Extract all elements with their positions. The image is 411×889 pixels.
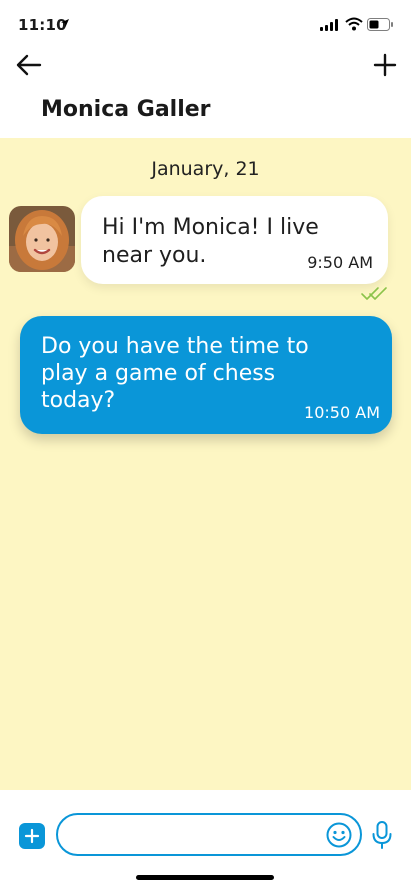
message-input[interactable] (56, 813, 362, 856)
wifi-icon (345, 17, 363, 31)
attach-button[interactable] (19, 823, 45, 849)
home-indicator (136, 875, 274, 880)
chat-area[interactable]: January, 21 Hi I'm Monica! I live near y… (0, 138, 411, 790)
battery-icon (367, 18, 393, 31)
incoming-message-bubble[interactable]: Hi I'm Monica! I live near you. 9:50 AM (81, 196, 388, 284)
double-check-icon (361, 287, 387, 300)
contact-name: Monica Galler (41, 97, 211, 122)
emoji-icon[interactable] (325, 821, 353, 849)
location-arrow-icon (61, 19, 69, 27)
microphone-icon[interactable] (370, 820, 394, 850)
outgoing-message-time: 10:50 AM (304, 403, 380, 422)
outgoing-message-text: Do you have the time to play a game of c… (41, 334, 309, 413)
signal-icon (320, 19, 338, 31)
back-arrow-icon[interactable] (14, 52, 44, 78)
attach-plus-icon (24, 828, 40, 844)
avatar[interactable] (9, 206, 75, 272)
outgoing-message-bubble[interactable]: Do you have the time to play a game of c… (20, 316, 392, 434)
date-separator: January, 21 (151, 158, 260, 180)
plus-icon[interactable] (372, 52, 398, 78)
incoming-message-time: 9:50 AM (307, 253, 373, 272)
status-bar: 11:10 (0, 0, 411, 52)
